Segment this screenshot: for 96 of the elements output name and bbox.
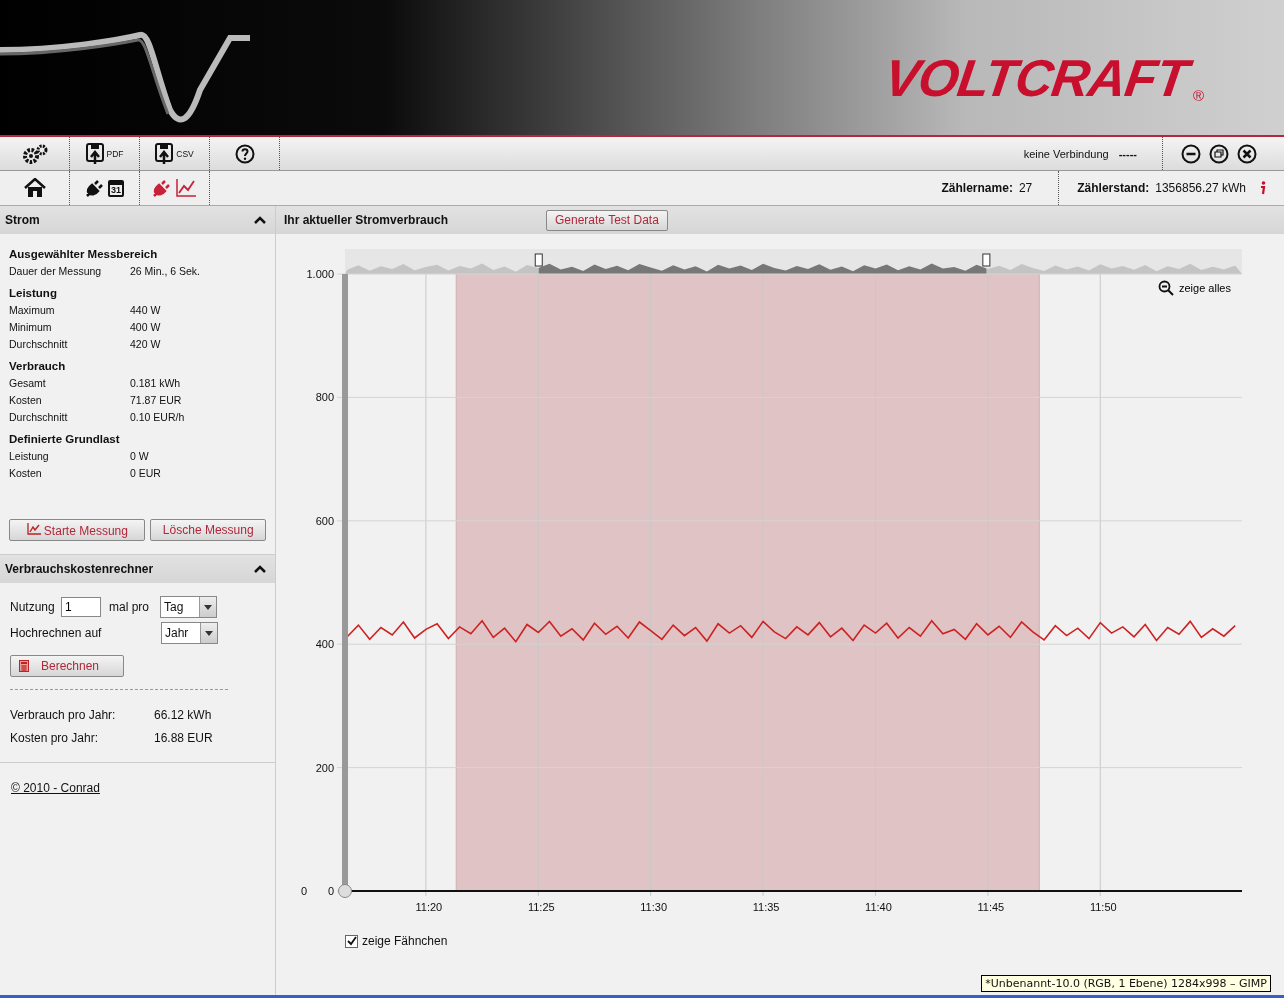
period-dropdown[interactable]: Tag bbox=[160, 596, 217, 618]
x-axis-label: 11:35 bbox=[752, 901, 780, 913]
y-axis-label: 400 bbox=[315, 638, 334, 651]
group-heading: Leistung bbox=[9, 286, 58, 301]
minimize-button[interactable] bbox=[1181, 143, 1201, 164]
help-icon bbox=[234, 143, 255, 164]
navigator-drawing[interactable] bbox=[345, 249, 1242, 274]
calculate-button[interactable]: Berechnen bbox=[10, 655, 124, 677]
result-label: Kosten pro Jahr: bbox=[10, 730, 100, 747]
meter-name-label: Zählername: bbox=[941, 181, 1013, 195]
meter-reading-label: Zählerstand: bbox=[1077, 181, 1150, 195]
group-heading: Verbrauch bbox=[9, 359, 67, 374]
plug-icon bbox=[85, 178, 105, 198]
stat-label: Minimum bbox=[9, 320, 53, 335]
stat-value: 0 W bbox=[130, 449, 149, 464]
y-axis-label: 0 bbox=[327, 885, 334, 897]
show-flags-checkbox[interactable]: zeige Fähnchen bbox=[345, 934, 448, 948]
start-button[interactable]: Starte Messung bbox=[9, 519, 146, 541]
x-axis-label: 11:40 bbox=[865, 901, 892, 913]
zoom-out-icon bbox=[1158, 280, 1174, 296]
group-heading: Definierte Grundlast bbox=[9, 432, 121, 447]
projection-label: Hochrechnen auf bbox=[10, 626, 103, 640]
dropdown-arrow-icon bbox=[205, 630, 213, 636]
save-upload-icon bbox=[85, 142, 104, 165]
delete-button[interactable]: Lösche Messung bbox=[150, 519, 266, 541]
restore-button[interactable] bbox=[1209, 143, 1229, 164]
result-value: 16.88 EUR bbox=[154, 730, 213, 747]
copyright-link[interactable]: © 2010 - Conrad bbox=[11, 781, 100, 795]
range-handle[interactable] bbox=[534, 253, 543, 267]
y-axis-label: 1.000 bbox=[306, 268, 334, 280]
export-button[interactable]: PDF bbox=[70, 137, 140, 170]
x-axis-label: 11:45 bbox=[977, 901, 1005, 913]
panel-header[interactable]: Strom bbox=[0, 206, 275, 234]
home-icon bbox=[23, 178, 46, 198]
y-axis-label: 600 bbox=[315, 514, 334, 527]
close-icon bbox=[1237, 143, 1257, 164]
group-heading: Ausgewählter Messbereich bbox=[9, 247, 159, 262]
stat-label: Durchschnitt bbox=[9, 410, 69, 425]
line-chart-icon bbox=[175, 178, 197, 198]
history-view-button[interactable]: 31 bbox=[70, 171, 140, 205]
stat-value: 71.87 EUR bbox=[130, 393, 182, 408]
minimize-icon bbox=[1181, 143, 1201, 164]
plug-icon bbox=[152, 178, 172, 198]
stat-label: Maximum bbox=[9, 303, 56, 318]
connection-status: keine Verbindung bbox=[1023, 147, 1109, 160]
export-button[interactable]: CSV bbox=[140, 137, 210, 170]
generate-test-data-button[interactable]: Generate Test Data bbox=[546, 209, 668, 231]
stat-value: 26 Min., 6 Sek. bbox=[130, 264, 201, 279]
stat-label: Kosten bbox=[9, 466, 43, 481]
panel-header[interactable]: Verbrauchskostenrechner bbox=[0, 555, 275, 583]
chart-icon bbox=[26, 522, 41, 535]
range-handle[interactable] bbox=[982, 253, 991, 267]
result-label: Verbrauch pro Jahr: bbox=[10, 707, 117, 724]
panel-title: Verbrauchskostenrechner bbox=[5, 562, 154, 576]
y-axis-label: 0 bbox=[300, 885, 308, 897]
dropdown-arrow-icon bbox=[204, 604, 212, 610]
result-value: 66.12 kWh bbox=[154, 707, 212, 724]
close-button[interactable] bbox=[1237, 143, 1257, 164]
stat-value: 0 EUR bbox=[130, 466, 161, 481]
panel-title: Strom bbox=[5, 213, 40, 227]
restore-icon bbox=[1209, 143, 1229, 164]
stat-label: Kosten bbox=[9, 393, 43, 408]
calculator-icon bbox=[19, 660, 29, 672]
stat-value: 400 W bbox=[130, 320, 161, 335]
projection-dropdown[interactable]: Jahr bbox=[161, 622, 218, 644]
stat-value: 0.10 EUR/h bbox=[130, 410, 185, 425]
usage-label: Nutzung bbox=[10, 600, 56, 614]
usage-field[interactable]: 1 bbox=[61, 597, 101, 617]
trademark-sign: ® bbox=[1192, 87, 1204, 104]
range-slider[interactable] bbox=[338, 274, 352, 898]
chart-title: Ihr aktueller Stromverbrauch bbox=[284, 213, 450, 227]
per-label: mal pro bbox=[109, 600, 150, 614]
save-upload-icon bbox=[155, 142, 174, 165]
x-axis-label: 11:30 bbox=[640, 901, 668, 913]
settings-icon bbox=[21, 143, 48, 164]
x-axis-label: 11:25 bbox=[527, 901, 555, 913]
check-icon bbox=[346, 936, 357, 946]
show-all-link[interactable]: zeige alles bbox=[1158, 280, 1231, 296]
checkbox[interactable] bbox=[345, 934, 358, 948]
stat-value: 420 W bbox=[130, 337, 161, 352]
stat-value: 440 W bbox=[130, 303, 161, 318]
stat-label: Dauer der Messung bbox=[9, 264, 103, 279]
stat-label: Leistung bbox=[9, 449, 50, 464]
stat-value: 0.181 kWh bbox=[130, 376, 181, 391]
taskbar-tooltip: *Unbenannt-10.0 (RGB, 1 Ebene) 1284x998 – GIMP bbox=[981, 975, 1271, 992]
connection-value: ----- bbox=[1118, 147, 1137, 160]
y-axis-label: 200 bbox=[315, 761, 334, 774]
meter-name-value: 27 bbox=[1018, 181, 1033, 195]
stat-label: Gesamt bbox=[9, 376, 47, 391]
x-axis-label: 11:20 bbox=[415, 901, 443, 913]
x-axis-label: 11:50 bbox=[1089, 901, 1117, 913]
info-icon[interactable] bbox=[1260, 181, 1266, 195]
y-axis-label: 800 bbox=[315, 391, 334, 404]
calendar-icon: 31 bbox=[108, 179, 124, 197]
stat-label: Durchschnitt bbox=[9, 337, 69, 352]
meter-reading-value: 1356856.27 kWh bbox=[1155, 181, 1246, 195]
